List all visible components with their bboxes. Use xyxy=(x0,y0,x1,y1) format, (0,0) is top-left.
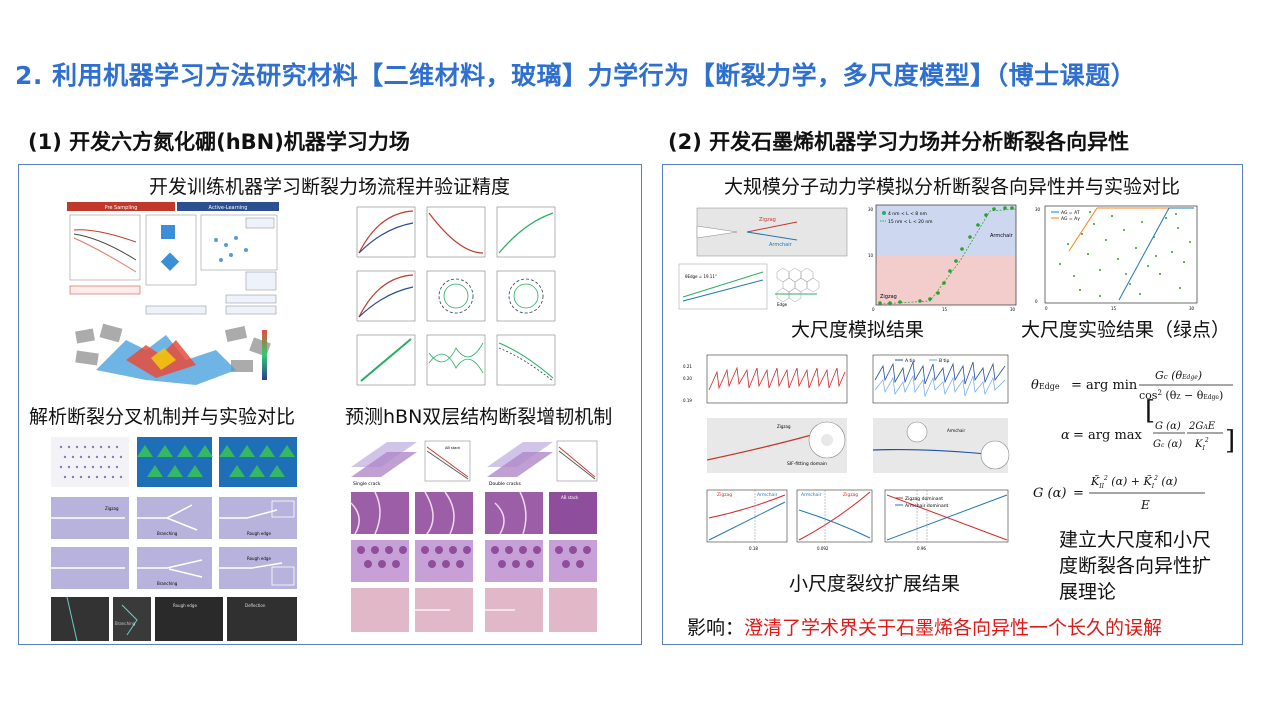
armchair-label-small: Armchair xyxy=(947,428,966,433)
impact-line: 影响：澄清了学术界关于石墨烯各向异性一个长久的误解 xyxy=(687,613,1162,640)
experiment-angle-chart: AG = AT AG = Aγ 30 0 0 15 30 xyxy=(1029,203,1204,313)
svg-text:0: 0 xyxy=(872,307,875,312)
armchair-label-sim: Armchair xyxy=(990,233,1014,239)
exp-result-caption: 大尺度实验结果（绿点） xyxy=(1021,319,1231,341)
svg-text:2GAE: 2GAE xyxy=(1188,421,1216,432)
branching-label-3: Branching xyxy=(115,621,136,626)
single-crack-label: Single crack xyxy=(353,481,381,487)
svg-text:0.21: 0.21 xyxy=(683,364,692,369)
svg-text:=: = xyxy=(1073,486,1084,501)
svg-text:[: [ xyxy=(1145,396,1155,426)
theory-caption-line-2: 度断裂各向异性扩 xyxy=(1059,555,1212,577)
small-scale-crack-figure: 0.21 0.20 0.19 A tip B tip SIF-fitting dom… xyxy=(677,350,1013,555)
armchair-dominant-label: Armchair dominant xyxy=(905,503,949,509)
legend-ag-ag: AG = Aγ xyxy=(1061,216,1080,222)
bilayer-toughening-figure: Single crack AB stack Double cracks AB s… xyxy=(345,437,599,637)
edge-label-schem: Edge xyxy=(777,302,788,307)
svg-text:Gc (α): Gc (α) xyxy=(1153,439,1182,450)
rough-edge-label-2: Rough edge xyxy=(247,556,271,561)
left-bottom-left-caption: 解析断裂分叉机制并与实验对比 xyxy=(29,406,296,428)
svg-text:= arg max: = arg max xyxy=(1073,428,1143,443)
armchair-label-schem: Armchair xyxy=(769,242,793,248)
left-section-heading: (1) 开发六方氮化硼(hBN)机器学习力场 xyxy=(28,130,410,154)
svg-text:30: 30 xyxy=(1010,307,1016,312)
svg-text:KI2: KI2 xyxy=(1194,437,1209,452)
double-cracks-label: Double cracks xyxy=(489,481,522,487)
svg-text:15: 15 xyxy=(1111,306,1117,311)
left-bottom-right-caption: 预测hBN双层结构断裂增韧机制 xyxy=(345,406,613,428)
tick-0092: 0.092 xyxy=(817,546,829,551)
zigzag-label-schem: Zigzag xyxy=(759,217,776,223)
active-learning-label: Active-Learning xyxy=(209,205,248,211)
deflection-label: Deflection xyxy=(245,603,266,608)
svg-text:15: 15 xyxy=(942,307,948,312)
crack-schematic-figure: Zigzag Armchair θEdge = 19.11° Edge xyxy=(677,202,857,312)
sif-domain-label: SIF-fitting domain xyxy=(787,461,827,467)
armchair-label-plot1: Armchair xyxy=(757,492,778,498)
legend-small-label: 4 nm < L < 8 nm xyxy=(888,211,927,217)
theory-caption: 建立大尺度和小尺 度断裂各向异性扩 展理论 xyxy=(1059,527,1211,605)
impact-text: 澄清了学术界关于石墨烯各向异性一个长久的误解 xyxy=(744,617,1163,639)
impact-label: 影响： xyxy=(687,617,745,639)
branching-label-1: Branching xyxy=(157,531,178,536)
anisotropy-equations: θEdge = arg min Gc (θEdge) cos2 (θZ − θE… xyxy=(1027,357,1237,532)
page-title: 2. 利用机器学习方法研究材料【二维材料，玻璃】力学行为【断裂力学，多尺度模型】… xyxy=(15,61,1137,90)
legend-ag-at: AG = AT xyxy=(1061,210,1080,216)
svg-text:]: ] xyxy=(1225,426,1235,456)
svg-text:G (α): G (α) xyxy=(1155,421,1181,432)
svg-text:0.20: 0.20 xyxy=(683,376,692,381)
svg-text:30: 30 xyxy=(868,207,874,212)
svg-text:θEdge: θEdge xyxy=(1031,378,1060,393)
zigzag-dominant-label: Zigzag dominant xyxy=(905,496,943,502)
svg-text:Gc (θEdge): Gc (θEdge) xyxy=(1155,369,1202,382)
rough-edge-label-3: Rough edge xyxy=(173,603,197,608)
svg-text:0: 0 xyxy=(1045,306,1048,311)
legend-large-label: 15 nm < L < 20 nm xyxy=(888,219,933,225)
ab-stack-label-2: AB stack xyxy=(561,495,579,500)
zigzag-label-small: Zigzag xyxy=(777,424,791,429)
svg-text:= arg min: = arg min xyxy=(1071,378,1138,393)
right-panel: 大规模分子动力学模拟分析断裂各向异性并与实验对比 Zigzag Armchair… xyxy=(662,164,1243,645)
armchair-label-plot2: Armchair xyxy=(801,492,822,498)
ml-workflow-figure: Pre Sampling Active-Learning xyxy=(66,200,281,400)
ab-stack-label-1: AB stack xyxy=(445,446,461,450)
crack-result-caption: 小尺度裂纹扩展结果 xyxy=(789,573,961,595)
right-top-caption: 大规模分子动力学模拟分析断裂各向异性并与实验对比 xyxy=(723,176,1180,198)
svg-text:30: 30 xyxy=(1189,306,1195,311)
zigzag-label-plot2: Zigzag xyxy=(843,492,858,498)
svg-text:10: 10 xyxy=(868,253,874,258)
zigzag-label-plot1: Zigzag xyxy=(717,492,732,498)
tick-096: 0.96 xyxy=(917,546,926,551)
svg-text:K̃II2 (α) + K̃I2 (α): K̃II2 (α) + K̃I2 (α) xyxy=(1090,475,1177,490)
svg-text:0.19: 0.19 xyxy=(683,398,692,403)
sim-result-caption: 大尺度模拟结果 xyxy=(791,319,925,341)
simulation-angle-chart: 4 nm < L < 8 nm 15 nm < L < 20 nm Armcha… xyxy=(860,201,1022,316)
zigzag-label-sim: Zigzag xyxy=(880,294,897,300)
zigzag-label-fig: Zigzag xyxy=(105,506,119,511)
svg-text:0: 0 xyxy=(1035,299,1038,304)
right-section-heading: (2) 开发石墨烯机器学习力场并分析断裂各向异性 xyxy=(668,130,1130,154)
svg-text:α: α xyxy=(1061,428,1070,443)
svg-text:E: E xyxy=(1140,498,1150,512)
b-tip-label: B tip xyxy=(939,358,950,364)
theory-caption-line-1: 建立大尺度和小尺 xyxy=(1059,529,1212,551)
validation-plots-figure xyxy=(349,203,561,395)
branching-label-2: Branching xyxy=(157,581,178,586)
svg-text:30: 30 xyxy=(1035,207,1041,212)
fracture-branching-figure: Zigzag Branching Rough edge Branching Ro… xyxy=(47,435,302,643)
pre-sampling-label: Pre Sampling xyxy=(105,205,138,211)
theory-caption-line-3: 展理论 xyxy=(1059,581,1117,603)
left-top-caption: 开发训练机器学习断裂力场流程并验证精度 xyxy=(148,176,510,198)
svg-text:G (α): G (α) xyxy=(1033,486,1066,501)
theta-edge-label: θEdge = 19.11° xyxy=(685,274,717,279)
left-panel: 开发训练机器学习断裂力场流程并验证精度 Pre Sampling Active-… xyxy=(18,164,642,645)
rough-edge-label-1: Rough edge xyxy=(247,531,271,536)
a-tip-label: A tip xyxy=(905,358,916,364)
tick-018: 0.18 xyxy=(749,546,758,551)
